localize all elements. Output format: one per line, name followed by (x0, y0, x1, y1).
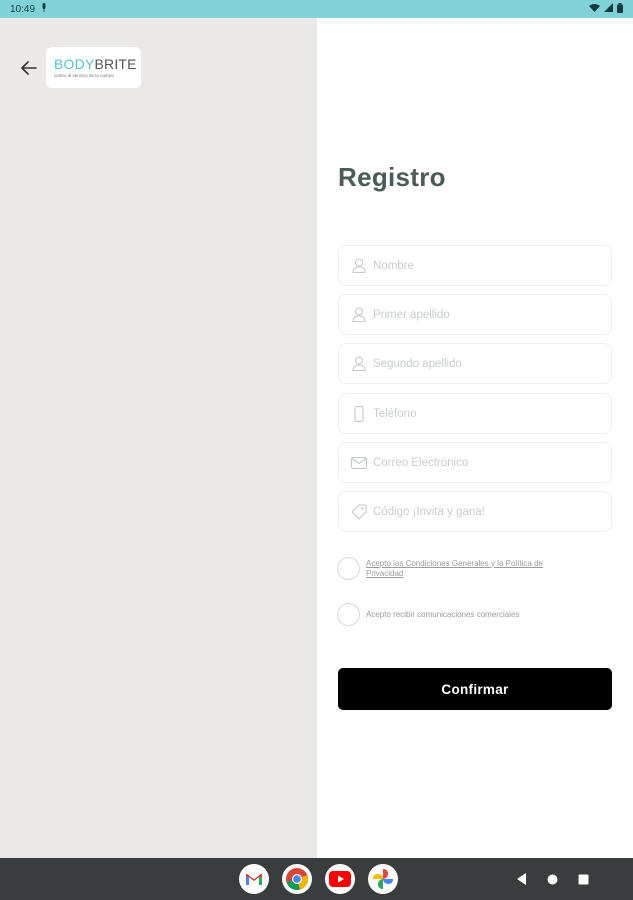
bodybrite-logo: BODYBRITE centro al servicio de tu cuerp… (46, 47, 141, 88)
chrome-icon[interactable] (282, 864, 312, 894)
telefono-field[interactable] (338, 393, 612, 434)
telefono-input[interactable] (373, 407, 593, 420)
terms-checkbox-row[interactable]: Acepto las Condiciones Generales y la Po… (337, 557, 576, 580)
photos-icon[interactable] (368, 864, 398, 894)
status-time: 10:49 (10, 3, 36, 15)
primer-apellido-input[interactable] (373, 308, 593, 321)
battery-icon (617, 2, 623, 16)
nombre-field[interactable] (338, 245, 612, 286)
system-navigation (517, 872, 589, 890)
registration-panel (317, 18, 633, 858)
person-icon (351, 356, 367, 372)
app-dock (239, 864, 398, 894)
marketing-checkbox-label: Acepto recibir comunicaciones comerciale… (366, 609, 520, 619)
logo-wordmark: BODYBRITE (54, 57, 141, 71)
signal-icon (604, 3, 613, 15)
recents-square-icon[interactable] (578, 872, 589, 890)
left-panel-background (0, 18, 317, 858)
primer-apellido-field[interactable] (338, 294, 612, 335)
tag-icon (351, 503, 367, 520)
page-title: Registro (338, 162, 446, 192)
logo-brand-part1: BODY (54, 56, 95, 72)
segundo-apellido-input[interactable] (373, 357, 593, 370)
back-arrow-icon[interactable] (18, 58, 40, 78)
correo-field[interactable] (338, 442, 612, 483)
codigo-field[interactable] (338, 491, 612, 532)
confirm-button[interactable]: Confirmar (338, 668, 612, 710)
codigo-input[interactable] (373, 505, 593, 518)
navigation-bar (0, 858, 633, 900)
marketing-checkbox[interactable] (337, 603, 360, 626)
youtube-icon[interactable] (325, 864, 355, 894)
home-circle-icon[interactable] (547, 872, 558, 890)
microphone-icon (41, 3, 47, 15)
mail-icon (351, 455, 367, 471)
nombre-input[interactable] (373, 259, 593, 272)
marketing-checkbox-row[interactable]: Acepto recibir comunicaciones comerciale… (337, 603, 576, 626)
person-icon (351, 258, 367, 274)
status-bar: 10:49 (0, 0, 633, 18)
segundo-apellido-field[interactable] (338, 343, 612, 384)
phone-icon (351, 405, 367, 422)
correo-input[interactable] (373, 456, 593, 469)
logo-tagline: centro al servicio de tu cuerpo (54, 73, 115, 78)
wifi-icon (589, 3, 600, 15)
back-triangle-icon[interactable] (517, 872, 527, 890)
logo-brand-part2: BRITE (94, 56, 137, 72)
gmail-icon[interactable] (239, 864, 269, 894)
terms-checkbox-label[interactable]: Acepto las Condiciones Generales y la Po… (366, 559, 576, 579)
terms-checkbox[interactable] (337, 557, 360, 580)
person-icon (351, 307, 367, 323)
